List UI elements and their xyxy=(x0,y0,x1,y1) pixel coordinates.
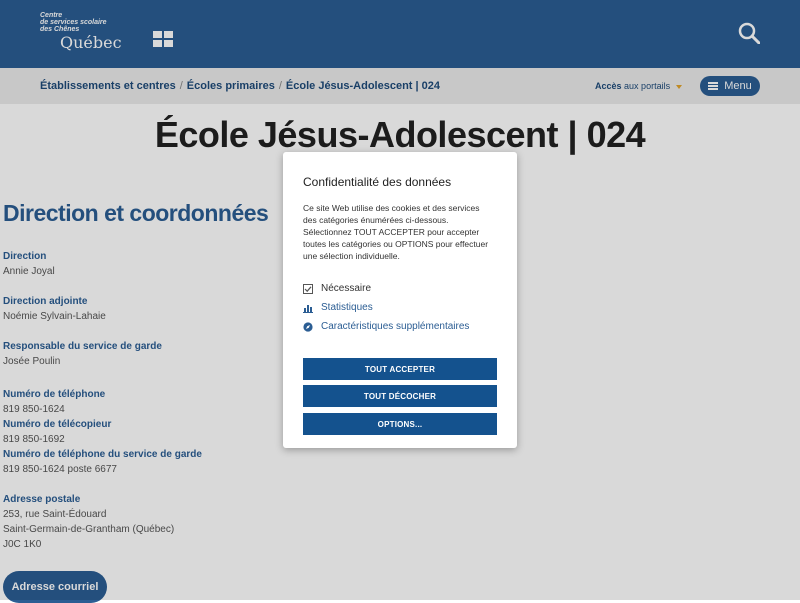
compass-icon xyxy=(303,321,313,332)
category-statistiques[interactable]: Statistiques xyxy=(303,302,373,313)
category-caracteristiques-label: Caractéristiques supplémentaires xyxy=(321,321,470,332)
options-button[interactable]: OPTIONS... xyxy=(303,413,497,435)
modal-description: Ce site Web utilise des cookies et des s… xyxy=(303,203,489,261)
privacy-modal: Confidentialité des données Ce site Web … xyxy=(283,152,517,448)
checkbox-checked-icon xyxy=(303,283,313,294)
category-caracteristiques[interactable]: Caractéristiques supplémentaires xyxy=(303,321,469,332)
accept-all-button[interactable]: TOUT ACCEPTER xyxy=(303,358,497,380)
category-statistiques-label: Statistiques xyxy=(321,302,373,313)
category-necessaire: Nécessaire xyxy=(303,283,371,294)
modal-title: Confidentialité des données xyxy=(303,175,452,189)
uncheck-all-button[interactable]: TOUT DÉCOCHER xyxy=(303,385,497,407)
category-necessaire-label: Nécessaire xyxy=(321,283,372,294)
bar-chart-icon xyxy=(303,304,313,313)
